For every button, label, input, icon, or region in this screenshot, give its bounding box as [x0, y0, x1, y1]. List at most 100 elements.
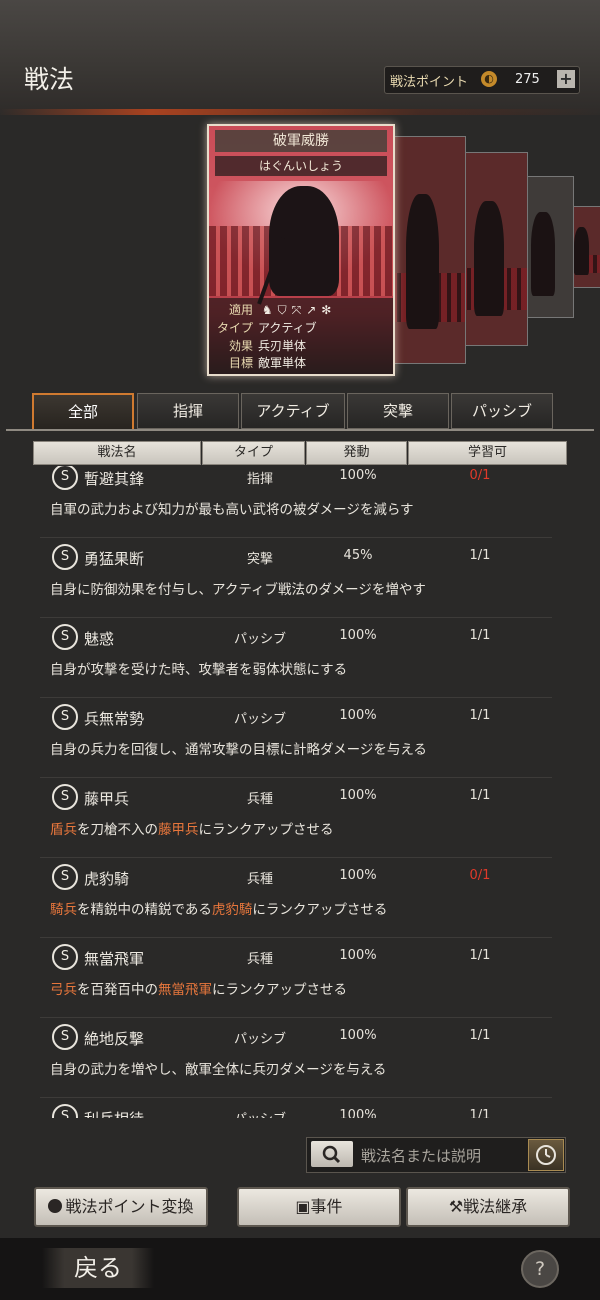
tactic-points-label: 戦法ポイント: [390, 75, 469, 90]
tactic-name: 絶地反撃: [84, 1030, 145, 1048]
tactic-row[interactable]: S 勇猛果断 突撃 45% 1/1 自身に防御効果を付与し、アクティブ戦法のダメージを増や…: [40, 538, 552, 618]
card-tactic-reading: はぐんいしょう: [215, 156, 387, 176]
cavalry-icon: ♞: [261, 303, 278, 317]
tactic-name: 勇猛果断: [84, 550, 145, 568]
tactic-learnable-count: 1/1: [469, 628, 491, 643]
description-text: 自軍の武力および知力が最も高い武将の被ダメージを減らす: [50, 502, 414, 518]
tactic-learnable-count: 1/1: [469, 788, 491, 803]
tab-command[interactable]: 指揮: [137, 393, 239, 429]
rank-s-icon: S: [52, 704, 78, 730]
card-effect-value: 兵刃単体: [258, 339, 307, 353]
tactic-activation-rate: 100%: [339, 1108, 377, 1118]
highlighted-unit-name: 虎豹騎: [211, 902, 253, 918]
hammer-icon: ⚒: [448, 1197, 464, 1216]
rank-s-icon: S: [52, 624, 78, 650]
clock-icon: [536, 1145, 556, 1165]
tactic-learnable-count: 1/1: [469, 548, 491, 563]
tactic-activation-rate: 100%: [339, 708, 377, 723]
tactic-row[interactable]: S 暫避其鋒 指揮 100% 0/1 自軍の武力および知力が最も高い武将の被ダメージを減ら…: [40, 466, 552, 538]
tactic-activation-rate: 100%: [339, 948, 377, 963]
description-text: 自身の武力を増やし、敵軍全体に兵刃ダメージを与える: [50, 1062, 387, 1078]
tab-active[interactable]: アクティブ: [241, 393, 345, 429]
rank-s-icon: S: [52, 784, 78, 810]
shield-icon: ⛉: [277, 303, 292, 317]
tactic-row[interactable]: S利兵相待パッシブ100%1/1: [40, 1098, 552, 1118]
add-points-button[interactable]: +: [557, 70, 575, 88]
card-target-value: 敵軍単体: [258, 356, 307, 370]
tactic-activation-rate: 45%: [343, 548, 373, 563]
column-header-rate[interactable]: 発動: [306, 441, 407, 465]
search-input[interactable]: 戦法名または説明: [361, 1145, 481, 1166]
description-text: を刀槍不入の: [77, 822, 158, 838]
tab-all[interactable]: 全部: [32, 393, 134, 431]
description-text: にランクアップさせる: [198, 822, 334, 838]
tactic-name: 魅惑: [84, 630, 115, 648]
tactic-description: 自身に防御効果を付与し、アクティブ戦法のダメージを増やす: [50, 578, 426, 598]
tactic-list[interactable]: S 暫避其鋒 指揮 100% 0/1 自軍の武力および知力が最も高い武将の被ダメージを減ら…: [40, 466, 552, 1118]
tab-assault[interactable]: 突撃: [347, 393, 449, 429]
column-header-name[interactable]: 戦法名: [33, 441, 201, 465]
card-type-value: アクティブ: [258, 321, 317, 335]
tactic-learnable-count: 1/1: [469, 948, 491, 963]
header-band: [0, 0, 600, 115]
tactic-activation-rate: 100%: [339, 628, 377, 643]
tactic-card-preview[interactable]: [460, 152, 528, 346]
description-text: 自身が攻撃を受けた時、攻撃者を弱体状態にする: [50, 662, 348, 678]
column-header-type[interactable]: タイプ: [202, 441, 305, 465]
tab-passive[interactable]: パッシブ: [451, 393, 553, 429]
tactic-activation-rate: 100%: [339, 468, 377, 483]
tactic-description: 騎兵を精鋭中の精鋭である虎豹騎にランクアップさせる: [50, 898, 387, 918]
tactic-activation-rate: 100%: [339, 868, 377, 883]
tactic-learnable-count: 1/1: [469, 1028, 491, 1043]
tactic-row[interactable]: S 兵無常勢 パッシブ 100% 1/1 自身の兵力を回復し、通常攻撃の目標に計略ダメージ…: [40, 698, 552, 778]
tactic-row[interactable]: S 無當飛軍 兵種 100% 1/1 弓兵を百発百中の無當飛軍にランクアップさせる: [40, 938, 552, 1018]
search-button[interactable]: [311, 1141, 353, 1167]
tactic-name: 無當飛軍: [84, 950, 145, 968]
tactic-card-preview[interactable]: [520, 176, 574, 318]
column-header-learnable[interactable]: 学習可: [408, 441, 567, 465]
tactic-description: 弓兵を百発百中の無當飛軍にランクアップさせる: [50, 978, 347, 998]
rank-s-icon: S: [52, 864, 78, 890]
troop-type-icons: ♞⛉⤧↗✻: [262, 303, 337, 318]
tactic-row[interactable]: S 絶地反撃 パッシブ 100% 1/1 自身の武力を増やし、敵軍全体に兵刃ダメージを与え…: [40, 1018, 552, 1098]
help-button[interactable]: ?: [521, 1250, 559, 1288]
spear-icon: ↗: [306, 303, 322, 317]
wheel-icon: ✻: [321, 303, 337, 317]
highlighted-unit-name: 無當飛軍: [158, 982, 212, 998]
search-bar: 戦法名または説明: [306, 1137, 566, 1173]
tactic-name: 利兵相待: [84, 1108, 144, 1118]
tactic-points-value: 275: [515, 72, 540, 87]
description-text: にランクアップさせる: [212, 982, 347, 998]
description-text: 自身に防御効果を付与し、アクティブ戦法のダメージを増やす: [50, 582, 426, 598]
tactic-card-preview[interactable]: [390, 136, 466, 364]
inherit-tactic-button[interactable]: ⚒戦法継承: [406, 1187, 570, 1227]
tactic-name: 虎豹騎: [84, 870, 130, 888]
highlighted-unit-name: 藤甲兵: [158, 822, 199, 838]
event-icon: ▣: [295, 1197, 311, 1216]
rank-s-icon: S: [52, 944, 78, 970]
convert-points-button[interactable]: 戦法ポイント変換: [34, 1187, 208, 1227]
page-title: 戦法: [24, 65, 75, 94]
tactic-learnable-count: 1/1: [469, 708, 491, 723]
tactic-row[interactable]: S 虎豹騎 兵種 100% 0/1 騎兵を精鋭中の精鋭である虎豹騎にランクアップさせる: [40, 858, 552, 938]
description-text: を百発百中の: [77, 982, 158, 998]
card-effect-label: 効果: [228, 339, 253, 353]
event-button[interactable]: ▣事件: [237, 1187, 401, 1227]
tactic-row[interactable]: S 魅惑 パッシブ 100% 1/1 自身が攻撃を受けた時、攻撃者を弱体状態にする: [40, 618, 552, 698]
tab-underline: [6, 429, 594, 431]
back-button[interactable]: 戻る: [42, 1248, 154, 1288]
search-icon: [322, 1145, 341, 1164]
selected-tactic-card[interactable]: 破軍威勝 はぐんいしょう 適用 ♞⛉⤧↗✻ タイプ アクティブ 効果 兵刃単体 目標…: [207, 124, 395, 376]
event-label: 事件: [310, 1197, 343, 1216]
card-tactic-name: 破軍威勝: [215, 130, 387, 152]
history-button[interactable]: [528, 1139, 564, 1171]
card-apply-label: 適用: [228, 303, 253, 317]
tactic-row[interactable]: S 藤甲兵 兵種 100% 1/1 盾兵を刀槍不入の藤甲兵にランクアップさせる: [40, 778, 552, 858]
tactic-points-display: 戦法ポイント ◐ 275 +: [384, 66, 580, 94]
card-type-label: タイプ: [216, 321, 253, 335]
rank-s-icon: S: [52, 1104, 78, 1118]
tactic-description: 自軍の武力および知力が最も高い武将の被ダメージを減らす: [50, 498, 414, 518]
coin-icon: [48, 1199, 63, 1213]
highlighted-unit-name: 弓兵: [50, 982, 77, 998]
rank-s-icon: S: [52, 466, 78, 490]
